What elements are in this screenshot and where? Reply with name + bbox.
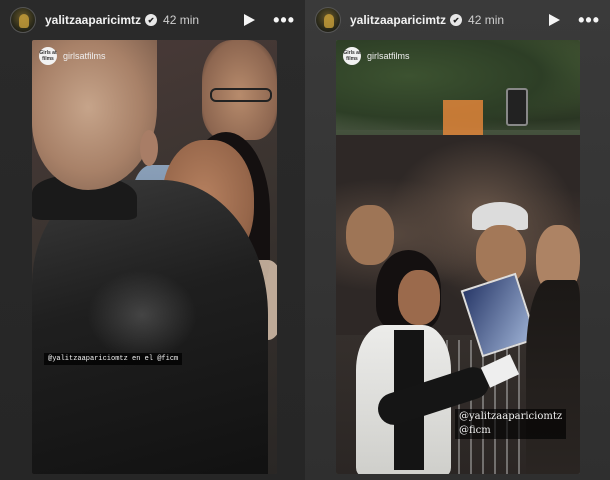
story-photo[interactable]: Girls at films girlsatfilms @yalitzaapar… xyxy=(336,40,580,474)
source-logo: Girls at films xyxy=(39,47,57,65)
photo-person-cap xyxy=(476,225,526,285)
verified-badge-icon: ✔ xyxy=(450,14,463,26)
photo-person-sunglasses xyxy=(346,205,394,265)
caption-line: @yalitzaapariciomtz xyxy=(459,411,563,422)
play-icon[interactable] xyxy=(244,14,256,26)
caption-line: @ficm xyxy=(459,425,491,436)
photo-glasses xyxy=(210,88,272,102)
photo-woman-face xyxy=(398,270,440,325)
caption-line: @yalitzaapariciomtz en el @ficm xyxy=(48,355,179,363)
username[interactable]: yalitzaaparicimtz xyxy=(350,13,446,27)
play-icon[interactable] xyxy=(549,14,561,26)
source-attribution[interactable]: Girls at films girlsatfilms xyxy=(343,47,410,65)
photo-person-foreground-right xyxy=(526,280,580,474)
source-attribution[interactable]: Girls at films girlsatfilms xyxy=(39,47,106,65)
photo-jacket-shine xyxy=(87,270,197,360)
source-name: girlsatfilms xyxy=(367,51,410,61)
photo-ear xyxy=(140,130,158,166)
avatar[interactable] xyxy=(10,7,36,33)
username[interactable]: yalitzaaparicimtz xyxy=(45,13,141,27)
story-panel-right: yalitzaaparicimtz ✔ 42 min ••• Girls at … xyxy=(305,0,610,480)
verified-badge-icon: ✔ xyxy=(145,14,158,26)
source-logo: Girls at films xyxy=(343,47,361,65)
post-time: 42 min xyxy=(468,13,505,27)
post-time: 42 min xyxy=(163,13,200,27)
more-options-icon[interactable]: ••• xyxy=(273,11,295,29)
mention-caption[interactable]: @yalitzaapariciomtz @ficm xyxy=(455,409,567,439)
story-photo[interactable]: Girls at films girlsatfilms @yalitzaapar… xyxy=(32,40,277,474)
source-name: girlsatfilms xyxy=(63,51,106,61)
story-panel-left: yalitzaaparicimtz ✔ 42 min ••• Girls at … xyxy=(0,0,305,480)
avatar[interactable] xyxy=(315,7,341,33)
photo-phone xyxy=(506,88,528,126)
mention-caption[interactable]: @yalitzaapariciomtz en el @ficm xyxy=(44,353,183,365)
story-header: yalitzaaparicimtz ✔ 42 min ••• xyxy=(0,0,305,40)
story-header: yalitzaaparicimtz ✔ 42 min ••• xyxy=(305,0,610,40)
more-options-icon[interactable]: ••• xyxy=(578,11,600,29)
